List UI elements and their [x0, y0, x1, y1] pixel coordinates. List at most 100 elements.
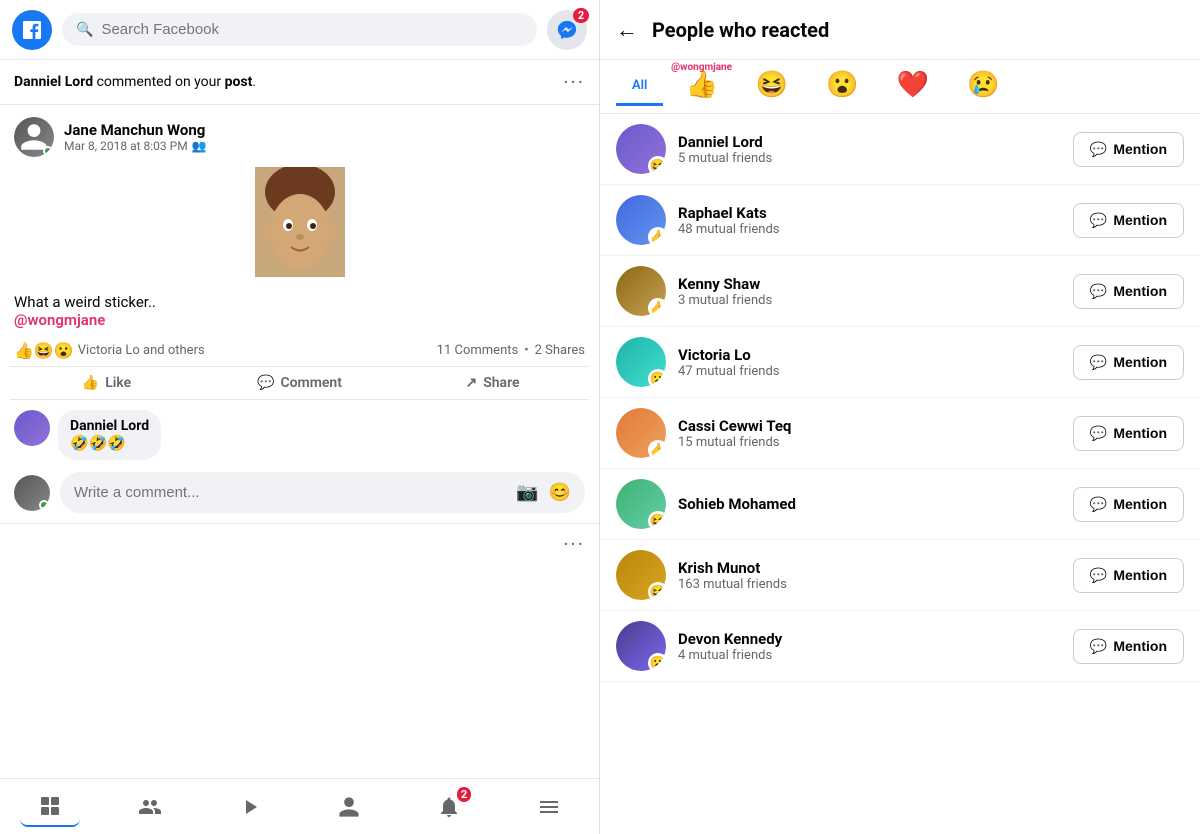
notification-options-button[interactable]: ··· [563, 70, 585, 94]
person-list-item: 😆Krish Munot163 mutual friends💬 Mention [600, 540, 1200, 611]
person-mutual-friends: 5 mutual friends [678, 151, 1061, 166]
tab-like[interactable]: @wongmjane 👍 [669, 60, 733, 113]
share-button[interactable]: ↗ Share [396, 367, 589, 399]
messenger-button[interactable]: 2 [547, 10, 587, 50]
search-icon: 🔍 [76, 22, 93, 38]
tab-haha-emoji: 😆 [756, 70, 788, 100]
person-mutual-friends: 48 mutual friends [678, 222, 1061, 237]
person-name: Victoria Lo [678, 346, 1061, 364]
top-bar: 🔍 2 [0, 0, 599, 60]
online-indicator [43, 146, 53, 156]
comment-content: 🤣🤣🤣 [70, 434, 149, 452]
commenter-avatar [14, 410, 50, 446]
person-avatar: 😆 [616, 124, 666, 174]
tab-all[interactable]: All [616, 68, 663, 106]
tab-wow-emoji: 😮 [826, 70, 858, 100]
person-name: Danniel Lord [678, 133, 1061, 151]
person-name: Sohieb Mohamed [678, 495, 1061, 513]
nav-watch[interactable] [220, 787, 280, 827]
like-button[interactable]: 👍 Like [10, 367, 203, 399]
person-avatar: 👍 [616, 266, 666, 316]
nav-home[interactable] [20, 787, 80, 827]
tab-love[interactable]: ❤️ [881, 60, 945, 113]
search-box[interactable]: 🔍 [62, 13, 537, 46]
current-user-avatar [14, 475, 50, 511]
person-name: Devon Kennedy [678, 630, 1061, 648]
chat-icon: 💬 [1090, 425, 1107, 442]
reaction-badge: 👍 [648, 298, 666, 316]
person-mutual-friends: 15 mutual friends [678, 435, 1061, 450]
person-info: Devon Kennedy4 mutual friends [678, 630, 1061, 663]
bottom-nav: 2 [0, 778, 599, 834]
tab-like-emoji: 👍 [685, 70, 717, 100]
post-mention[interactable]: @wongmjane [14, 311, 105, 329]
person-avatar: 😮 [616, 337, 666, 387]
comment-button[interactable]: 💬 Comment [203, 367, 396, 399]
nav-notifications[interactable]: 2 [419, 787, 479, 827]
person-name: Raphael Kats [678, 204, 1061, 222]
reaction-badge: 👍 [648, 440, 666, 458]
tab-sad[interactable]: 😢 [951, 60, 1015, 113]
camera-icon[interactable]: 📷 [516, 482, 538, 503]
reactions-bar: 👍😆😮 Victoria Lo and others 11 Comments •… [0, 335, 599, 366]
post-time: Mar 8, 2018 at 8:03 PM 👥 [64, 139, 585, 153]
notification-bold: post [225, 74, 253, 90]
comment-item: Danniel Lord 🤣🤣🤣 [14, 410, 585, 460]
tab-wow[interactable]: 😮 [810, 60, 874, 113]
post-image [255, 167, 345, 277]
mention-button[interactable]: 💬 Mention [1073, 274, 1184, 309]
reaction-badge: 😮 [648, 369, 666, 387]
emoji-icon[interactable]: 😊 [549, 482, 571, 503]
person-avatar: 😆 [616, 479, 666, 529]
person-info: Danniel Lord5 mutual friends [678, 133, 1061, 166]
back-button[interactable]: ← [616, 17, 638, 43]
person-avatar: 👍 [616, 408, 666, 458]
mention-button[interactable]: 💬 Mention [1073, 558, 1184, 593]
facebook-logo [12, 10, 52, 50]
person-name: Kenny Shaw [678, 275, 1061, 293]
left-panel: 🔍 2 Danniel Lord commented on your post.… [0, 0, 600, 834]
tab-sad-emoji: 😢 [967, 70, 999, 100]
search-input[interactable] [101, 21, 523, 38]
comment-text-input[interactable] [74, 484, 508, 501]
post-author-avatar [14, 117, 54, 157]
notification-author: Danniel Lord [14, 74, 93, 90]
nav-groups[interactable] [120, 787, 180, 827]
post-card: Jane Manchun Wong Mar 8, 2018 at 8:03 PM… [0, 105, 599, 778]
reactions-people: Victoria Lo and others [78, 343, 205, 358]
action-bar: 👍 Like 💬 Comment ↗ Share [10, 366, 589, 400]
chat-icon: 💬 [1090, 283, 1107, 300]
chat-icon: 💬 [1090, 354, 1107, 371]
nav-menu[interactable] [519, 787, 579, 827]
person-avatar: 👍 [616, 195, 666, 245]
chat-icon: 💬 [1090, 212, 1107, 229]
person-mutual-friends: 4 mutual friends [678, 648, 1061, 663]
person-name: Cassi Cewwi Teq [678, 417, 1061, 435]
person-info: Victoria Lo47 mutual friends [678, 346, 1061, 379]
post-image-container [0, 157, 599, 287]
post-header: Jane Manchun Wong Mar 8, 2018 at 8:03 PM… [0, 105, 599, 157]
mention-button[interactable]: 💬 Mention [1073, 487, 1184, 522]
more-options-button[interactable]: ··· [563, 532, 585, 556]
person-info: Krish Munot163 mutual friends [678, 559, 1061, 592]
comment-bubble: Danniel Lord 🤣🤣🤣 [58, 410, 161, 460]
commenter-name: Danniel Lord [70, 418, 149, 434]
mention-button[interactable]: 💬 Mention [1073, 132, 1184, 167]
person-list-item: 👍 Raphael Kats48 mutual friends 💬 Mention [600, 185, 1200, 256]
reaction-badge: 👍 [648, 227, 666, 245]
mention-button[interactable]: 💬 Mention [1073, 629, 1184, 664]
mention-button[interactable]: 💬 Mention [1073, 416, 1184, 451]
tab-haha[interactable]: 😆 [740, 60, 804, 113]
mention-button[interactable]: 💬 Mention [1073, 345, 1184, 380]
person-name: Krish Munot [678, 559, 1061, 577]
reaction-filter-tabs: All @wongmjane 👍 😆 😮 ❤️ 😢 [600, 60, 1200, 114]
person-list-item: 😆 Danniel Lord5 mutual friends 💬 Mention [600, 114, 1200, 185]
tab-love-emoji: ❤️ [897, 70, 929, 100]
person-mutual-friends: 47 mutual friends [678, 364, 1061, 379]
comment-input-box[interactable]: 📷 😊 [60, 472, 585, 513]
mention-button[interactable]: 💬 Mention [1073, 203, 1184, 238]
tab-mention-tag: @wongmjane [671, 62, 732, 73]
nav-profile[interactable] [319, 787, 379, 827]
person-info: Kenny Shaw3 mutual friends [678, 275, 1061, 308]
comments-count: 11 Comments [437, 343, 519, 358]
